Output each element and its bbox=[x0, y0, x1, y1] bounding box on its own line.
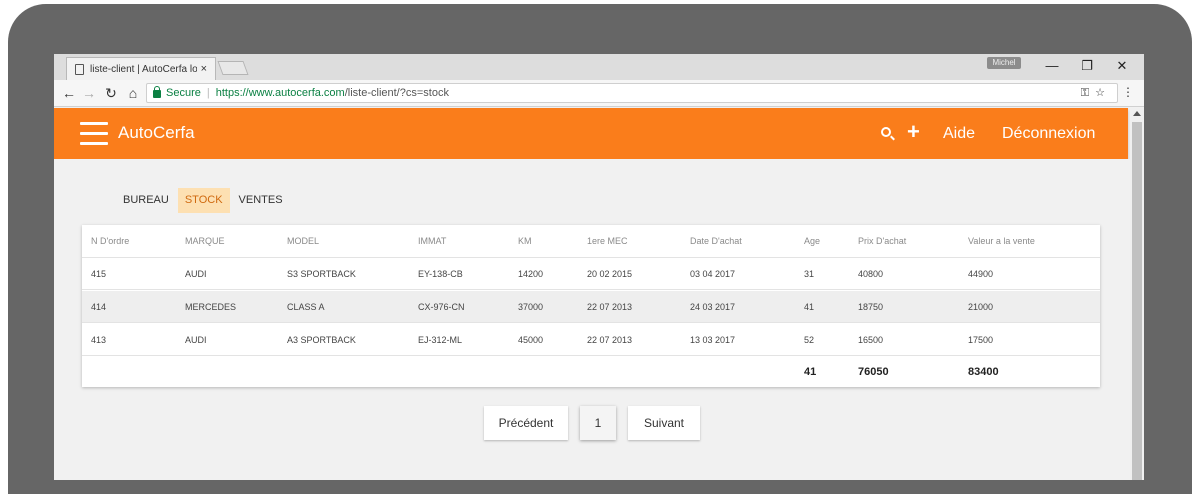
table-header: N D'ordre MARQUE MODEL IMMAT KM 1ere MEC… bbox=[82, 225, 1100, 258]
table-cell: 44900 bbox=[968, 268, 994, 279]
table-cell: 24 03 2017 bbox=[690, 301, 736, 312]
table-cell: CLASS A bbox=[287, 301, 325, 312]
table-cell: 18750 bbox=[858, 301, 884, 312]
table-cell: 37000 bbox=[518, 301, 544, 312]
back-arrow-icon[interactable]: ← bbox=[60, 84, 78, 102]
column-header: KM bbox=[518, 236, 532, 246]
table-cell: 415 bbox=[91, 268, 107, 279]
forward-arrow-icon[interactable]: → bbox=[80, 84, 98, 102]
scroll-up-icon[interactable] bbox=[1133, 111, 1141, 116]
table-cell: AUDI bbox=[185, 334, 207, 345]
table-cell: S3 SPORTBACK bbox=[287, 268, 356, 279]
omnibox-actions: ⚿☆ bbox=[1081, 86, 1111, 100]
scrollbar[interactable] bbox=[1130, 108, 1144, 480]
url-path: /liste-client/?cs=stock bbox=[344, 87, 449, 99]
table-cell: 14200 bbox=[518, 268, 544, 279]
app-header: AutoCerfa + Aide Déconnexion bbox=[54, 108, 1128, 159]
help-link[interactable]: Aide bbox=[943, 125, 975, 143]
url-input[interactable]: Secure | https://www.autocerfa.com/liste… bbox=[146, 83, 1118, 103]
url-separator: | bbox=[206, 87, 210, 99]
table-cell: EJ-312-ML bbox=[418, 334, 463, 345]
search-icon[interactable] bbox=[881, 127, 891, 137]
table-row[interactable]: 414 MERCEDES CLASS A CX-976-CN 37000 22 … bbox=[82, 291, 1100, 323]
table-cell: 45000 bbox=[518, 334, 544, 345]
column-header: Date D'achat bbox=[690, 236, 742, 246]
table-cell: A3 SPORTBACK bbox=[287, 334, 356, 345]
table-cell: CX-976-CN bbox=[418, 301, 465, 312]
table-cell: MERCEDES bbox=[185, 301, 237, 312]
profile-badge[interactable]: Michel bbox=[987, 57, 1021, 69]
subtab-bar: BUREAU STOCK VENTES bbox=[116, 188, 292, 213]
total-age: 41 bbox=[804, 365, 817, 378]
total-purchase-price: 76050 bbox=[858, 365, 889, 378]
stock-table: N D'ordre MARQUE MODEL IMMAT KM 1ere MEC… bbox=[82, 225, 1100, 387]
minimize-button[interactable]: — bbox=[1037, 56, 1067, 76]
key-icon[interactable]: ⚿ bbox=[1081, 87, 1095, 99]
table-cell: 16500 bbox=[858, 334, 884, 345]
scroll-thumb[interactable] bbox=[1132, 122, 1142, 480]
page-1-button[interactable]: 1 bbox=[580, 406, 616, 440]
table-cell: 22 07 2013 bbox=[587, 334, 633, 345]
column-header: N D'ordre bbox=[91, 236, 130, 246]
table-cell: EY-138-CB bbox=[418, 268, 463, 279]
hamburger-menu-icon[interactable] bbox=[80, 122, 108, 146]
totals-row: 41 76050 83400 bbox=[82, 356, 1100, 387]
table-cell: 41 bbox=[804, 301, 815, 312]
column-header: IMMAT bbox=[418, 236, 447, 246]
table-row[interactable]: 415 AUDI S3 SPORTBACK EY-138-CB 14200 20… bbox=[82, 258, 1100, 290]
close-window-button[interactable]: ✕ bbox=[1107, 56, 1137, 76]
tab-stock[interactable]: STOCK bbox=[177, 188, 230, 213]
previous-page-button[interactable]: Précédent bbox=[484, 406, 568, 440]
address-bar: ← → ↻ ⌂ Secure | https://www.autocerfa.c… bbox=[54, 80, 1144, 107]
table-cell: 52 bbox=[804, 334, 815, 345]
table-cell: 31 bbox=[804, 268, 815, 279]
next-page-button[interactable]: Suivant bbox=[628, 406, 700, 440]
table-row[interactable]: 413 AUDI A3 SPORTBACK EJ-312-ML 45000 22… bbox=[82, 324, 1100, 356]
column-header: Prix D'achat bbox=[858, 236, 907, 246]
column-header: Age bbox=[804, 236, 821, 246]
table-cell: 40800 bbox=[858, 268, 884, 279]
column-header: Valeur a la vente bbox=[968, 236, 1035, 246]
tab-close-icon[interactable]: × bbox=[201, 63, 207, 75]
brand-logo[interactable]: AutoCerfa bbox=[118, 123, 195, 143]
logout-link[interactable]: Déconnexion bbox=[1002, 125, 1095, 143]
star-icon[interactable]: ☆ bbox=[1095, 87, 1111, 99]
document-icon bbox=[75, 63, 84, 75]
browser-window: liste-client | AutoCerfa lo × Michel — ❐… bbox=[54, 54, 1144, 480]
url-base: https://www.autocerfa.com bbox=[215, 87, 345, 99]
tab-title: liste-client | AutoCerfa lo bbox=[90, 63, 197, 75]
lock-icon bbox=[153, 86, 161, 98]
table-cell: 22 07 2013 bbox=[587, 301, 633, 312]
table-cell: AUDI bbox=[185, 268, 207, 279]
home-icon[interactable]: ⌂ bbox=[124, 84, 142, 102]
browser-tab[interactable]: liste-client | AutoCerfa lo × bbox=[66, 57, 216, 80]
table-cell: 21000 bbox=[968, 301, 994, 312]
column-header: 1ere MEC bbox=[587, 236, 628, 246]
secure-label: Secure bbox=[166, 87, 201, 99]
table-cell: 13 03 2017 bbox=[690, 334, 736, 345]
column-header: MARQUE bbox=[185, 236, 225, 246]
table-cell: 17500 bbox=[968, 334, 994, 345]
table-cell: 414 bbox=[91, 301, 107, 312]
total-sale-value: 83400 bbox=[968, 365, 999, 378]
column-header: MODEL bbox=[287, 236, 320, 246]
tab-bureau[interactable]: BUREAU bbox=[116, 188, 176, 213]
table-cell: 03 04 2017 bbox=[690, 268, 736, 279]
reload-icon[interactable]: ↻ bbox=[102, 84, 120, 102]
main-content: BUREAU STOCK VENTES N D'ordre MARQUE MOD… bbox=[54, 159, 1130, 480]
add-button[interactable]: + bbox=[907, 119, 920, 145]
restore-button[interactable]: ❐ bbox=[1072, 56, 1102, 76]
table-cell: 413 bbox=[91, 334, 107, 345]
tab-strip: liste-client | AutoCerfa lo × Michel — ❐… bbox=[54, 54, 1144, 80]
new-tab-button[interactable] bbox=[217, 61, 249, 75]
table-cell: 20 02 2015 bbox=[587, 268, 633, 279]
browser-menu-icon[interactable]: ⋮ bbox=[1122, 85, 1134, 99]
tab-ventes[interactable]: VENTES bbox=[232, 188, 290, 213]
